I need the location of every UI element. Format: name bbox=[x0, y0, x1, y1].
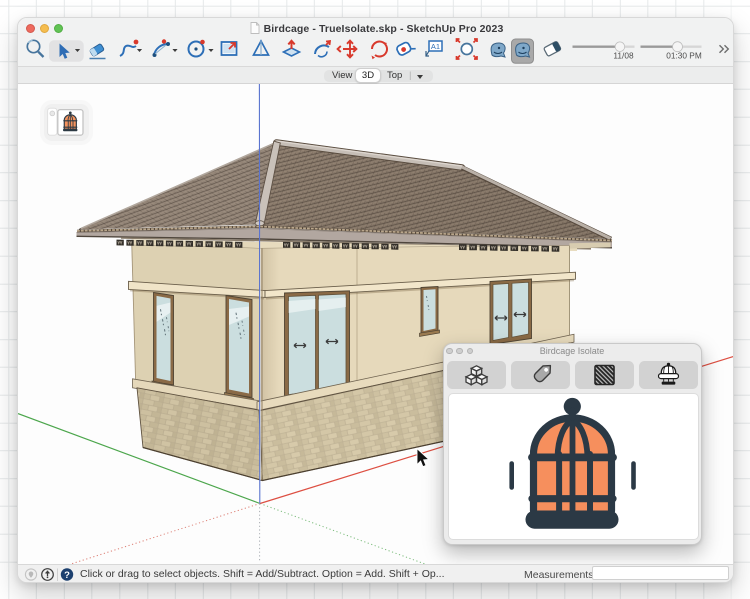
svg-text:11/08: 11/08 bbox=[613, 51, 634, 61]
svg-text:?: ? bbox=[64, 570, 70, 581]
svg-text:01:30 PM: 01:30 PM bbox=[666, 51, 702, 61]
svg-text:A1: A1 bbox=[431, 42, 440, 51]
